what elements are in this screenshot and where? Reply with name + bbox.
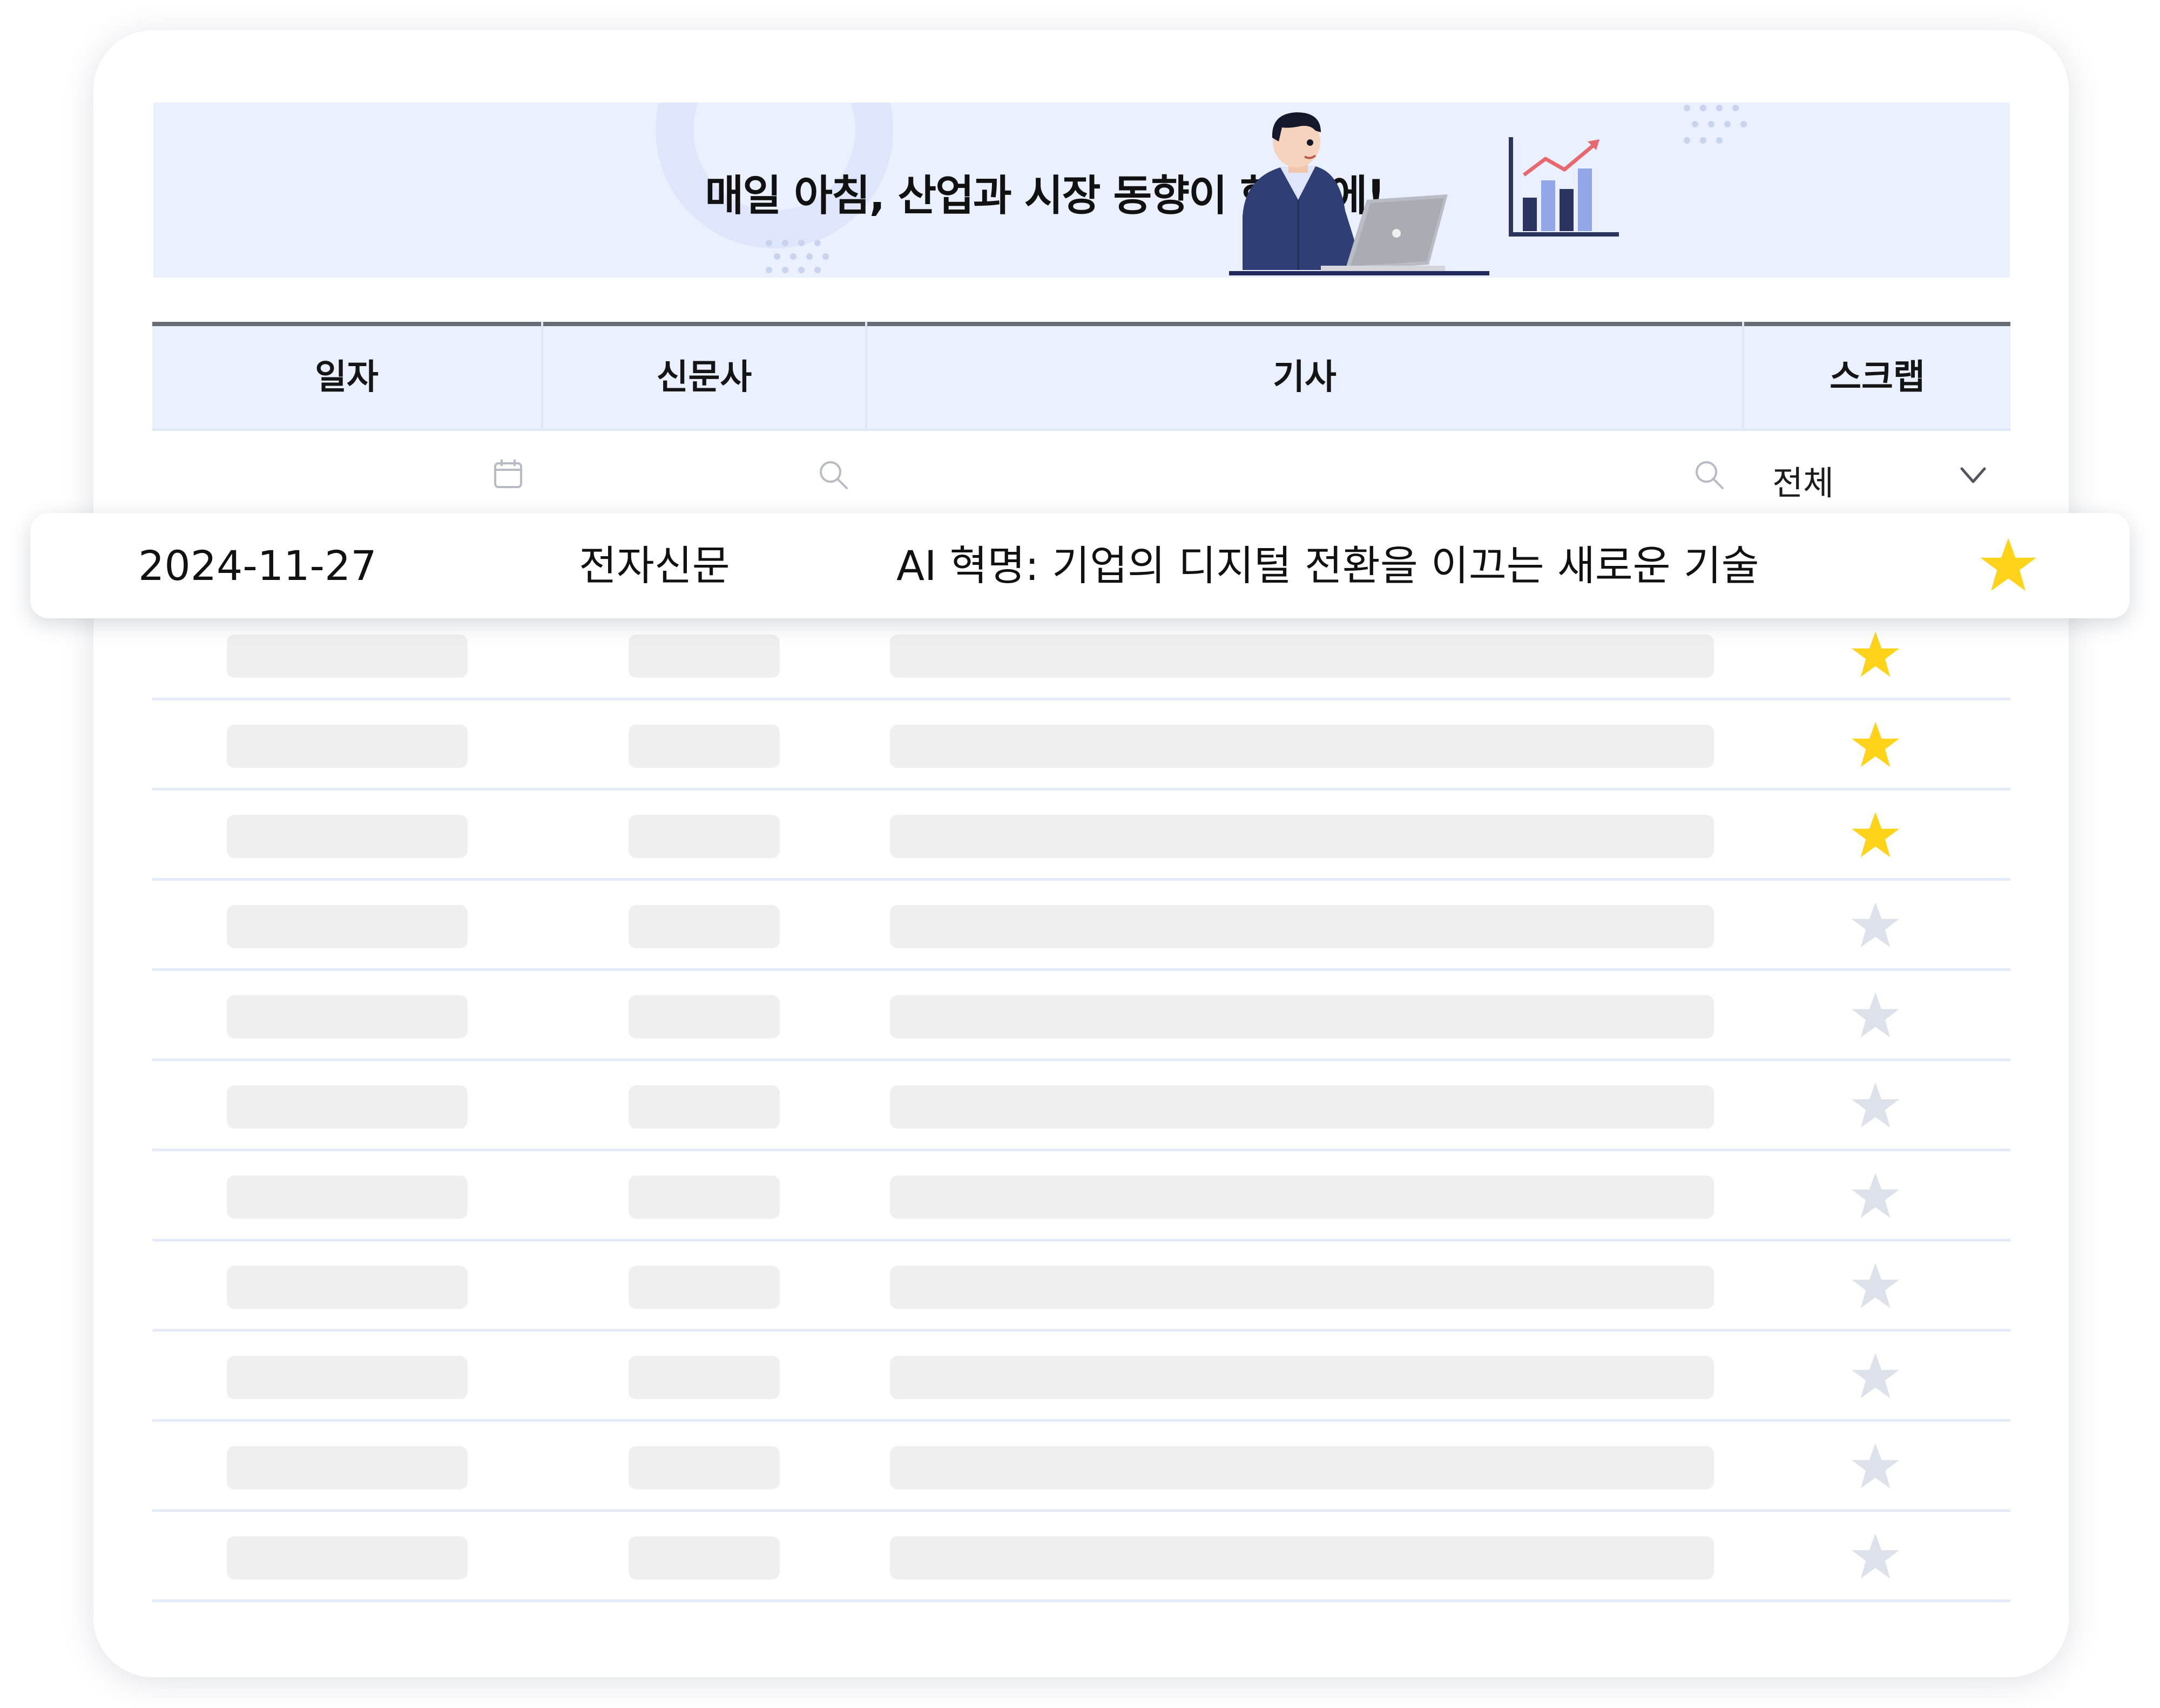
person-with-laptop-illustration [1229, 112, 1489, 275]
title-placeholder [890, 634, 1714, 678]
table-row[interactable] [152, 791, 2010, 881]
filter-row: 전체 [152, 429, 2010, 515]
article-search-input[interactable] [867, 431, 1742, 515]
scrap-star-icon[interactable] [1850, 810, 1901, 861]
title-placeholder [890, 815, 1714, 858]
scrap-star-icon[interactable] [1850, 1081, 1901, 1131]
publisher-placeholder [629, 1356, 780, 1399]
title-placeholder [890, 995, 1714, 1038]
column-header-scrap[interactable]: 스크랩 [1744, 326, 2010, 429]
title-placeholder [890, 1266, 1714, 1309]
table-row[interactable] [152, 1422, 2010, 1512]
title-placeholder [890, 1085, 1714, 1129]
table-row[interactable] [152, 1151, 2010, 1241]
publisher-placeholder [629, 1176, 780, 1219]
title-placeholder [890, 725, 1714, 768]
article-title[interactable]: AI 혁명: 기업의 디지털 전환을 이끄는 새로운 기술 [896, 513, 1759, 618]
banner-dots-decoration [766, 240, 829, 273]
table-row[interactable] [152, 1512, 2010, 1602]
publisher-search-input[interactable] [543, 431, 865, 515]
publisher-placeholder [629, 1266, 780, 1309]
publisher-placeholder [629, 905, 780, 948]
chevron-down-icon[interactable] [1959, 464, 1988, 486]
scrap-star-icon[interactable] [1850, 720, 1901, 771]
title-placeholder [890, 905, 1714, 948]
calendar-icon[interactable] [492, 458, 524, 489]
scrap-star-icon[interactable] [1850, 1441, 1901, 1492]
table-row[interactable] [152, 1061, 2010, 1151]
date-filter-input[interactable] [152, 431, 541, 515]
column-header-article[interactable]: 기사 [867, 326, 1742, 429]
scrap-filter-value: 전체 [1772, 463, 1834, 503]
date-placeholder [227, 725, 468, 768]
scrap-star-icon[interactable] [1850, 1351, 1901, 1402]
title-placeholder [890, 1446, 1714, 1489]
banner-dots-decoration [1684, 105, 1747, 144]
scrap-star-icon[interactable] [1850, 630, 1901, 680]
date-placeholder [227, 1356, 468, 1399]
column-header-date[interactable]: 일자 [152, 326, 541, 429]
date-placeholder [227, 995, 468, 1038]
publisher-placeholder [629, 1536, 780, 1579]
promo-banner: 매일 아침, 산업과 시장 동향이 한 눈에! [153, 103, 2010, 278]
title-placeholder [890, 1176, 1714, 1219]
date-placeholder [227, 1266, 468, 1309]
date-placeholder [227, 1085, 468, 1129]
publisher-placeholder [629, 995, 780, 1038]
date-placeholder [227, 815, 468, 858]
date-placeholder [227, 1446, 468, 1489]
publisher-placeholder [629, 634, 780, 678]
publisher-placeholder [629, 1446, 780, 1489]
scrap-star-icon[interactable] [1850, 990, 1901, 1041]
article-date: 2024-11-27 [138, 542, 377, 590]
date-placeholder [227, 634, 468, 678]
publisher-placeholder [629, 815, 780, 858]
scrap-star-icon[interactable] [1850, 1261, 1901, 1312]
publisher-placeholder [629, 1085, 780, 1129]
table-row[interactable] [152, 971, 2010, 1061]
article-publisher: 전자신문 [579, 542, 730, 590]
title-placeholder [890, 1356, 1714, 1399]
highlighted-article-row[interactable]: 2024-11-27 전자신문 AI 혁명: 기업의 디지털 전환을 이끄는 새… [30, 513, 2130, 618]
table-row[interactable] [152, 1332, 2010, 1422]
scrap-star-icon[interactable] [1850, 1171, 1901, 1221]
table-row[interactable] [152, 881, 2010, 971]
rising-bar-chart-icon [1509, 137, 1619, 237]
scrap-star-icon[interactable] [1979, 536, 2038, 595]
scrap-star-icon[interactable] [1850, 900, 1901, 951]
column-header-publisher[interactable]: 신문사 [543, 326, 865, 429]
date-placeholder [227, 1176, 468, 1219]
date-placeholder [227, 1536, 468, 1579]
date-placeholder [227, 905, 468, 948]
table-header: 일자 신문사 기사 스크랩 [152, 322, 2010, 429]
title-placeholder [890, 1536, 1714, 1579]
table-row[interactable] [152, 1241, 2010, 1332]
scrap-star-icon[interactable] [1850, 1531, 1901, 1582]
search-icon[interactable] [818, 459, 850, 491]
table-row[interactable] [152, 700, 2010, 791]
search-icon[interactable] [1693, 459, 1726, 491]
publisher-placeholder [629, 725, 780, 768]
table-row[interactable] [152, 610, 2010, 700]
